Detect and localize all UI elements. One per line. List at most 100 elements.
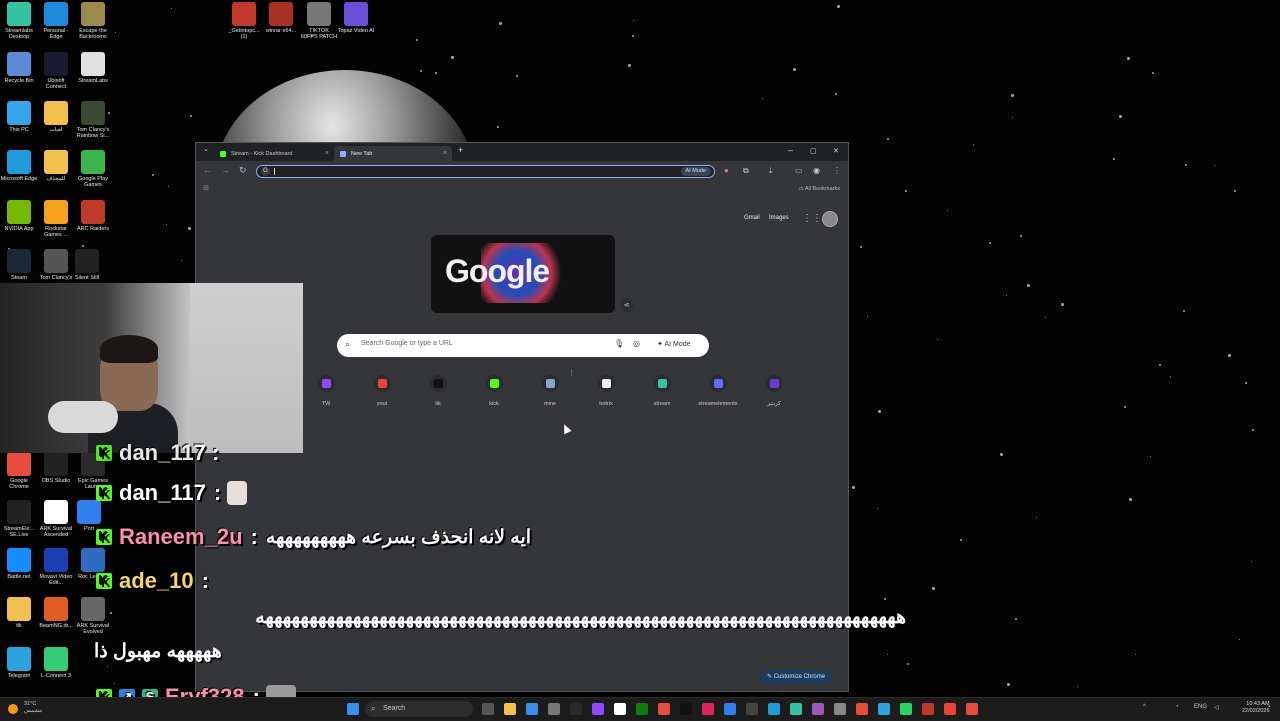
clock[interactable]: 10:43 AM 22/02/2026 [1242,701,1270,715]
desktop-icon[interactable]: ARC Raiders [74,200,112,232]
minimize-icon[interactable]: – [788,145,793,155]
reload-icon[interactable]: ↻ [239,165,247,176]
close-tab-icon[interactable]: × [325,150,329,157]
desktop-icon[interactable]: Google Play Games [74,150,112,188]
start-windows-icon[interactable] [347,703,359,715]
shortcut-tile[interactable]: stream [634,375,690,407]
desktop-icon[interactable]: _Getintopc... (1) [225,2,263,40]
desktop-icon[interactable]: Personal - Edge [37,2,75,40]
apps-grid-icon[interactable]: ⊞ [203,184,209,192]
maximize-icon[interactable]: ▢ [810,147,817,155]
desktop-icon[interactable]: Ubisoft Connect [37,52,75,90]
shortcut-tile[interactable]: kick [466,375,522,407]
account-avatar[interactable] [822,211,838,227]
address-bar[interactable]: G AI Mode [256,165,715,178]
all-bookmarks-button[interactable]: ▭ All Bookmarks [798,186,840,192]
close-tab-icon[interactable]: × [443,150,447,157]
google-apps-icon[interactable]: ⋮⋮ [802,213,822,224]
desktop-icon[interactable]: Steam [0,249,38,281]
taskbar-app-icon[interactable] [746,703,758,715]
search-box[interactable]: ⌕ Search Google or type a URL 🎙 ◎ ✦ AI M… [337,334,709,357]
taskbar-app-icon[interactable] [768,703,780,715]
desktop-icon[interactable]: StreamEle... SE.Live [0,500,38,538]
shortcut-tile[interactable]: TW [298,375,354,407]
taskbar-app-icon[interactable] [966,703,978,715]
new-tab-plus-icon[interactable]: + [458,145,463,155]
google-lens-icon[interactable]: ◎ [633,339,640,348]
desktop-icon[interactable]: tik [0,597,38,629]
customize-chrome-button[interactable]: ✎ Customize Chrome [760,670,833,684]
desktop-icon[interactable]: Battle.net [0,548,38,580]
taskbar-app-icon[interactable] [834,703,846,715]
desktop-icon[interactable]: StreamLabs [74,52,112,84]
wifi-icon[interactable]: ◔ [1175,704,1179,710]
images-link[interactable]: Images [769,215,789,221]
taskbar-app-icon[interactable] [680,703,692,715]
desktop-icon[interactable]: TIKTOK 60FPS PATCH [300,2,338,40]
taskbar-app-icon[interactable] [636,703,648,715]
taskbar-app-icon[interactable] [614,703,626,715]
share-doodle-icon[interactable]: ⋖ [620,299,633,312]
taskbar-app-icon[interactable] [724,703,736,715]
desktop-icon[interactable]: Movavi Video Edit... [37,548,75,586]
taskbar-app-icon[interactable] [790,703,802,715]
tray-lang[interactable]: ENG [1194,704,1207,710]
taskbar-app-icon[interactable] [702,703,714,715]
desktop-icon[interactable]: Silent Still [68,249,106,281]
desktop-icon[interactable]: BeamNG.dr... [37,597,75,629]
desktop-icon[interactable]: لعبات [37,101,75,133]
desktop-icon[interactable]: Microsoft Edge [0,150,38,182]
shortcut-more-icon[interactable]: ⋮ [568,369,575,377]
speaker-icon[interactable]: ◁ [1214,704,1219,711]
tab-new-tab[interactable]: New Tab × [334,146,452,161]
shortcut-tile[interactable]: كريتيز [746,375,802,407]
shortcut-tile[interactable]: streamelements [690,375,746,407]
desktop-icon[interactable]: Topaz Video AI [337,2,375,34]
desktop-icon[interactable]: This PC [0,101,38,133]
desktop-icon[interactable]: NVIDIA App [0,200,38,232]
taskbar-app-icon[interactable] [878,703,890,715]
extensions-puzzle-icon[interactable]: ⧉ [743,166,749,176]
gmail-link[interactable]: Gmail [744,215,760,221]
taskbar-app-icon[interactable] [856,703,868,715]
taskbar-app-icon[interactable] [900,703,912,715]
desktop-icon[interactable]: winrar-x64... [262,2,300,34]
desktop-icon[interactable]: Tom Clancy's Rainbow Si... [74,101,112,139]
close-window-icon[interactable]: ✕ [833,147,839,155]
desktop-icon[interactable]: L-Connect 3 [37,647,75,679]
taskbar-app-icon[interactable] [548,703,560,715]
taskbar-app-icon[interactable] [592,703,604,715]
desktop-icon[interactable]: Streamlabs Desktop [0,2,38,40]
forward-arrow-icon[interactable]: → [221,165,230,175]
menu-dots-icon[interactable]: ⋮ [833,166,841,175]
profile-icon[interactable]: ◉ [813,166,820,175]
notifications-icon[interactable]: ▪ [1268,704,1270,710]
shortcut-tile[interactable]: tik [410,375,466,407]
tab-kick-dashboard[interactable]: Stream - Kick Dashboard × [214,146,334,161]
shortcut-tile[interactable]: mine [522,375,578,407]
taskbar-app-icon[interactable] [922,703,934,715]
shortcut-tile[interactable]: yout [354,375,410,407]
taskbar-search[interactable]: ⌕ Search [365,701,473,717]
ai-mode-pill-button[interactable]: AI Mode [680,167,711,176]
desktop-icon[interactable]: Recycle Bin [0,52,38,84]
taskbar-app-icon[interactable] [658,703,670,715]
desktop-icon[interactable]: Google Chrome [0,452,38,490]
taskbar-app-icon[interactable] [812,703,824,715]
download-icon[interactable]: ⤓ [769,166,773,176]
taskbar-app-icon[interactable] [482,703,494,715]
desktop-icon[interactable]: Telegram [0,647,38,679]
tab-search-icon[interactable]: ⌄ [203,145,209,153]
weather-widget[interactable]: 31°C مشمس [24,701,42,715]
back-arrow-icon[interactable]: ← [203,165,212,175]
taskbar-app-icon[interactable] [944,703,956,715]
taskbar-app-icon[interactable] [504,703,516,715]
ai-mode-button[interactable]: ✦ AI Mode [653,338,695,350]
tab-groups-icon[interactable]: ▭ [795,166,803,175]
microphone-icon[interactable]: 🎙 [614,339,624,348]
google-doodle[interactable]: Google [431,235,615,313]
shortcut-tile[interactable]: botrix [578,375,634,407]
extension-icon[interactable]: ● [724,166,729,175]
desktop-icon[interactable]: للمحذف [37,150,75,182]
taskbar-app-icon[interactable] [526,703,538,715]
